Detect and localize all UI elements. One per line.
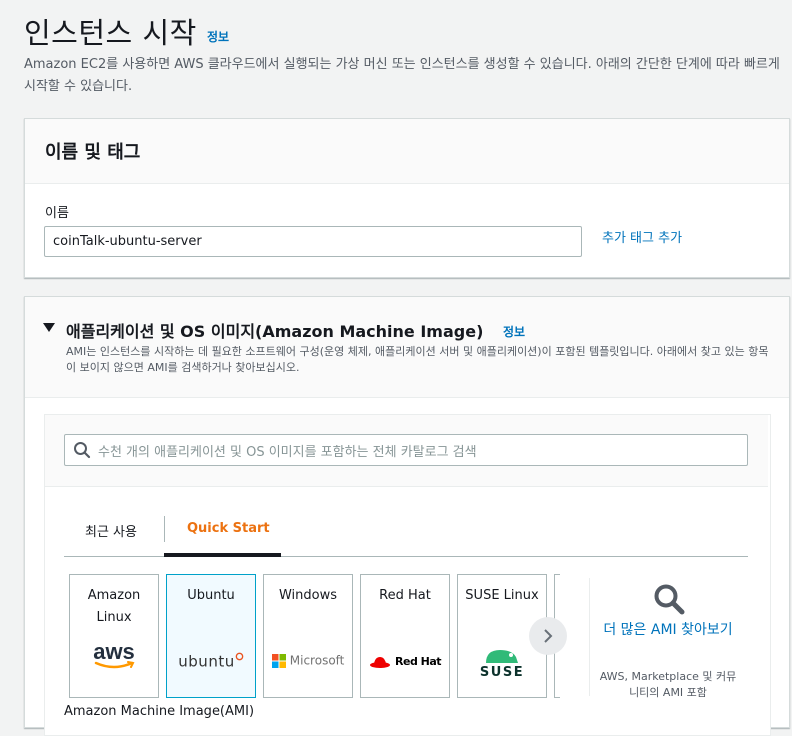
ami-search-placeholder: 수천 개의 애플리케이션 및 OS 이미지를 포함하는 전체 카탈로그 검색 [98,445,477,460]
suse-logo-icon: SUSE [458,647,546,680]
ubuntu-logo-text: ubuntu [178,652,235,671]
page-info-link[interactable]: 정보 [207,28,229,45]
ami-section-title: 애플리케이션 및 OS 이미지(Amazon Machine Image) [66,322,484,341]
card-label: SUSE Linux [465,588,539,603]
aws-logo-text: aws [93,639,135,664]
add-tags-link[interactable]: 추가 태그 추가 [602,227,682,246]
tab-recent[interactable]: 최근 사용 [85,521,137,540]
redhat-logo-icon: Red Hat [361,654,449,684]
browse-search-icon[interactable] [652,582,686,616]
more-divider [589,578,590,696]
name-tags-title: 이름 및 태그 [45,142,141,163]
active-tab-indicator [164,553,281,557]
aws-logo-icon: aws [70,639,158,673]
tab-quick-start[interactable]: Quick Start [187,521,270,536]
carousel-next-button[interactable] [529,617,567,655]
card-label: Amazon Linux [87,588,141,625]
ami-card-windows[interactable]: Windows Microsoft [263,574,353,698]
name-label: 이름 [45,206,69,221]
search-icon [74,442,91,459]
ami-card-amazon-linux[interactable]: Amazon Linux aws [69,574,159,698]
page-description: Amazon EC2를 사용하면 AWS 클라우드에서 실행되는 가상 머신 또… [24,57,780,94]
tab-divider [164,516,165,542]
page-title: 인스턴스 시작 [24,16,197,50]
ubuntu-logo-icon: ubuntu [167,652,255,682]
ami-card-ubuntu[interactable]: Ubuntu ubuntu [166,574,256,698]
collapse-caret-icon[interactable] [43,323,55,332]
ami-footer-label: Amazon Machine Image(AMI) [64,704,255,719]
microsoft-logo-icon: Microsoft [264,653,352,683]
card-label: Windows [278,588,338,603]
name-tags-header: 이름 및 태그 [25,119,789,184]
chevron-right-icon [544,629,553,643]
ami-card-red-hat[interactable]: Red Hat Red Hat [360,574,450,698]
name-input[interactable] [44,226,582,257]
browse-more-amis-link[interactable]: 더 많은 AMI 찾아보기 [598,620,738,640]
card-label: Red Hat [379,588,431,603]
redhat-logo-text: Red Hat [395,655,442,668]
ami-info-link[interactable]: 정보 [503,323,525,340]
microsoft-logo-text: Microsoft [289,653,345,668]
ami-description: AMI는 인스턴스를 시작하는 데 필요한 소프트웨어 구성(운영 체제, 애플… [66,345,769,374]
suse-logo-text: SUSE [479,665,525,680]
browse-more-amis-subtext: AWS, Marketplace 및 커뮤니티의 AMI 포함 [599,670,737,699]
card-label: Ubuntu [187,588,235,603]
